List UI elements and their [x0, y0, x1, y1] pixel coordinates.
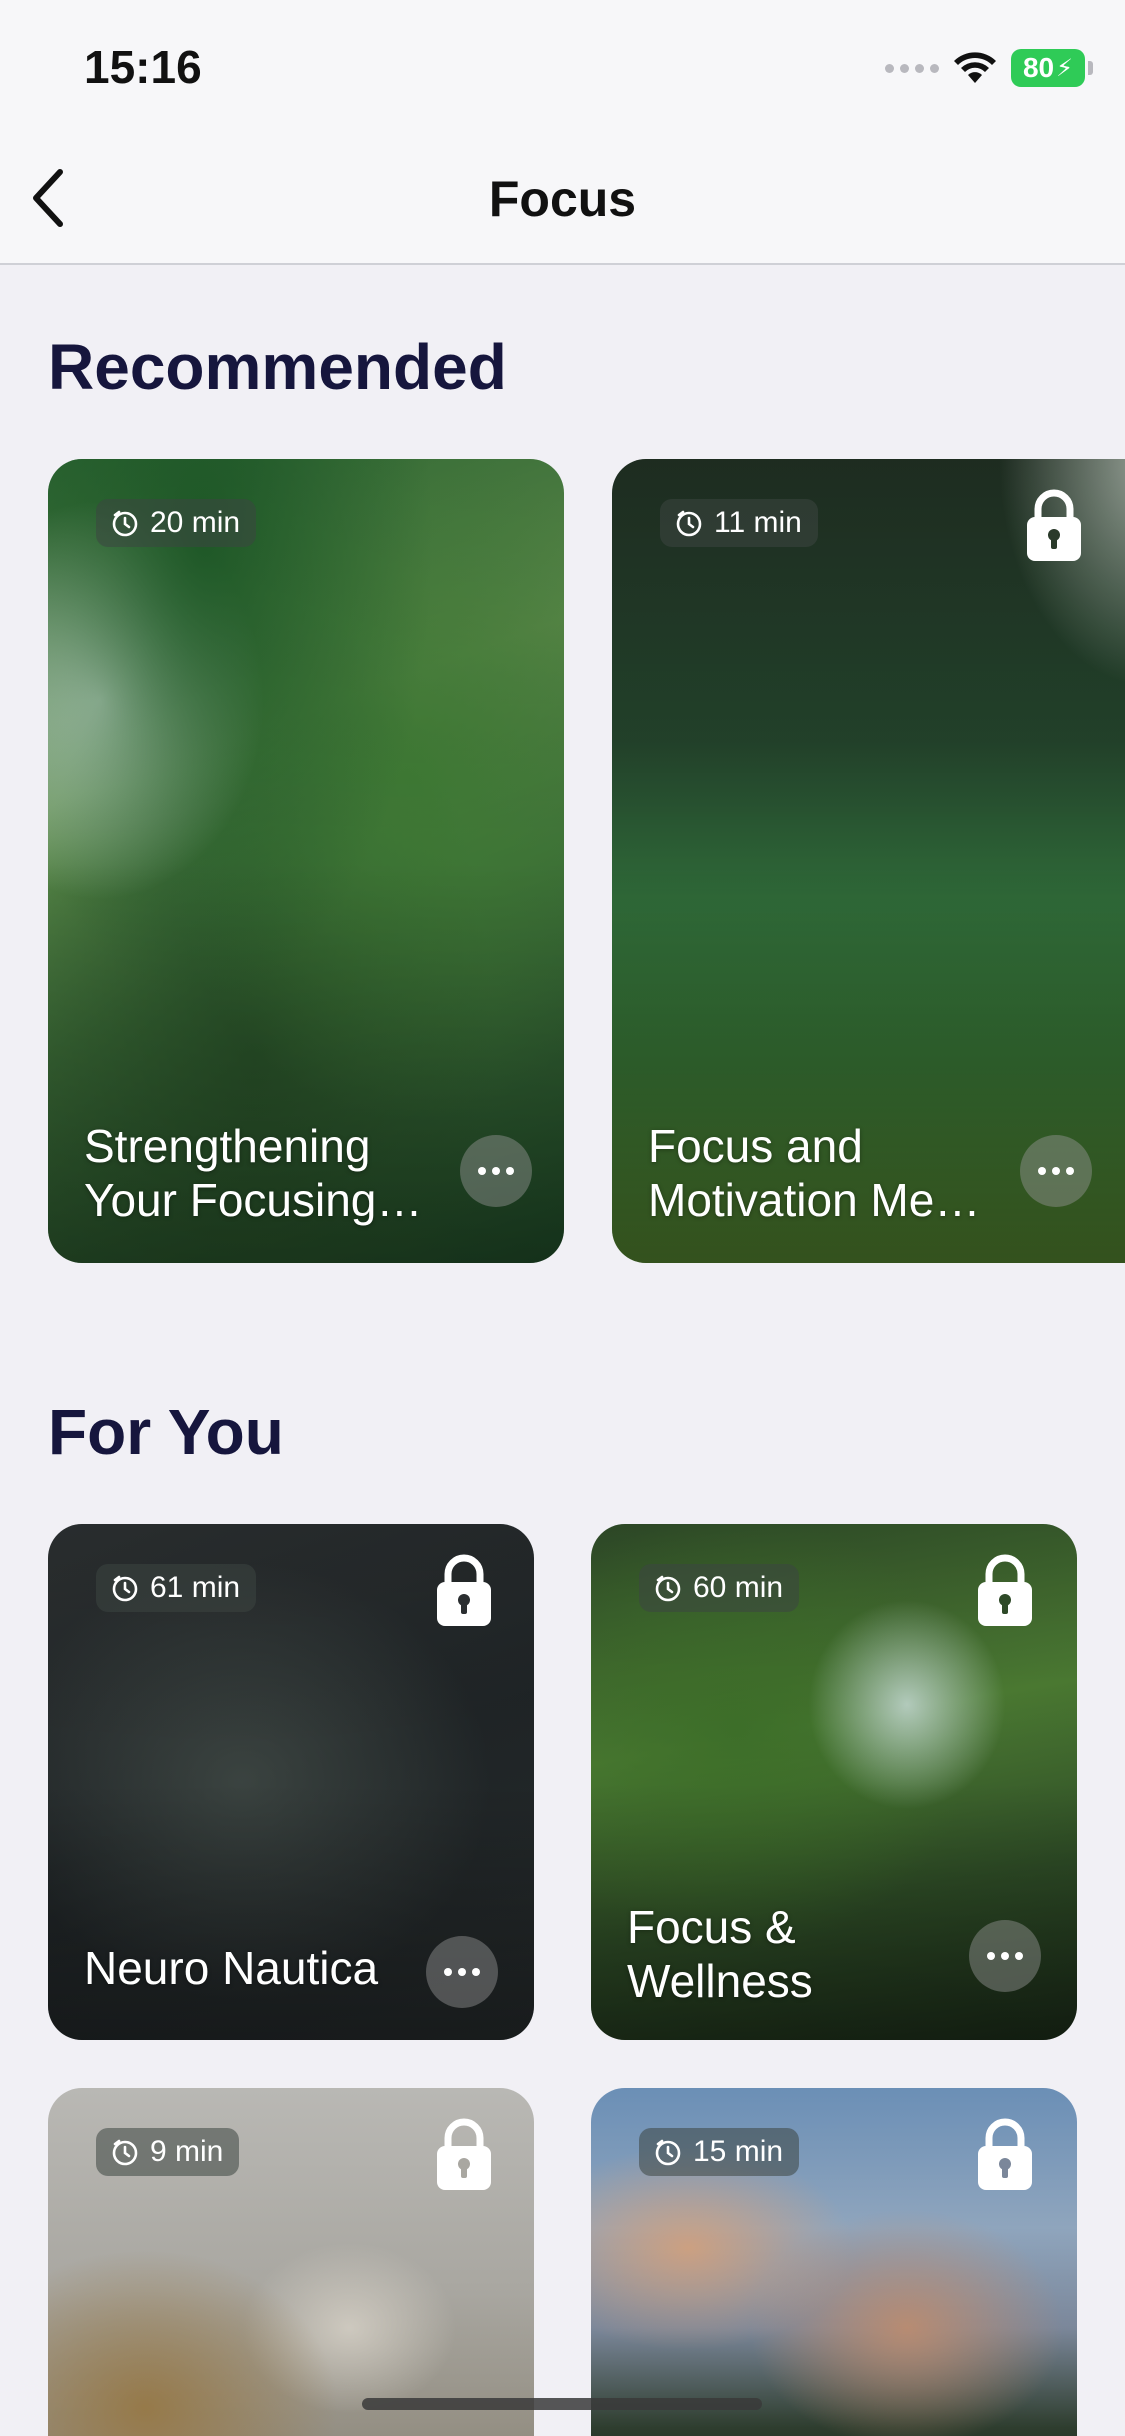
clock-icon — [112, 2139, 138, 2166]
for-you-card-3[interactable]: 9 min — [48, 2088, 534, 2436]
status-icons: 80 ⚡ — [885, 48, 1093, 88]
duration-badge: 61 min — [96, 1564, 257, 1612]
more-options-button[interactable] — [460, 1135, 532, 1207]
card-title: Focus & Wellness — [627, 1901, 813, 2007]
more-options-button[interactable] — [969, 1920, 1041, 1992]
duration-label: 61 min — [150, 1571, 241, 1604]
for-you-card-1[interactable]: 61 min Neuro Nautica — [48, 1524, 534, 2040]
battery-level: 80 — [1022, 52, 1055, 83]
lock-icon — [437, 2118, 491, 2190]
more-options-button[interactable] — [426, 1936, 498, 2008]
duration-badge: 9 min — [96, 2128, 240, 2176]
card-title: Neuro Nautica — [84, 1942, 379, 1994]
status-time: 15:16 — [84, 41, 202, 93]
duration-label: 20 min — [150, 506, 241, 539]
lock-icon — [1027, 489, 1081, 561]
home-indicator[interactable] — [362, 2398, 762, 2410]
duration-badge: 20 min — [96, 499, 257, 547]
clock-icon — [676, 510, 702, 537]
clock-icon — [112, 1575, 138, 1602]
card-title: Strengthening Your Focusing… — [84, 1120, 423, 1226]
recommended-card-2[interactable]: 11 min Focus and Motivation Me… — [612, 459, 1125, 1263]
cellular-signal-icon — [885, 63, 939, 73]
recommended-card-1[interactable]: 20 min Strengthening Your Focusing… — [48, 459, 564, 1263]
wifi-icon — [954, 52, 996, 83]
duration-badge: 11 min — [660, 499, 818, 547]
duration-label: 9 min — [150, 2135, 224, 2168]
for-you-card-2[interactable]: 60 min Focus & Wellness — [591, 1524, 1077, 2040]
duration-label: 60 min — [693, 1571, 784, 1604]
duration-label: 15 min — [693, 2135, 784, 2168]
duration-badge: 15 min — [639, 2128, 800, 2176]
clock-icon — [655, 2139, 681, 2166]
battery-icon: 80 ⚡ — [1011, 49, 1093, 87]
duration-badge: 60 min — [639, 1564, 800, 1612]
clock-icon — [655, 1575, 681, 1602]
duration-label: 11 min — [714, 506, 802, 539]
more-options-button[interactable] — [1020, 1135, 1092, 1207]
card-title: Focus and Motivation Me… — [648, 1120, 981, 1226]
for-you-card-4[interactable]: 15 min — [591, 2088, 1077, 2436]
clock-icon — [112, 510, 138, 537]
page-title: Focus — [488, 171, 637, 227]
lock-icon — [978, 1554, 1032, 1626]
section-title-recommended: Recommended — [48, 331, 507, 403]
lock-icon — [437, 1554, 491, 1626]
section-title-for-you: For You — [48, 1396, 284, 1468]
top-bar: 15:16 80 ⚡ Focus — [0, 0, 1125, 265]
lock-icon — [978, 2118, 1032, 2190]
